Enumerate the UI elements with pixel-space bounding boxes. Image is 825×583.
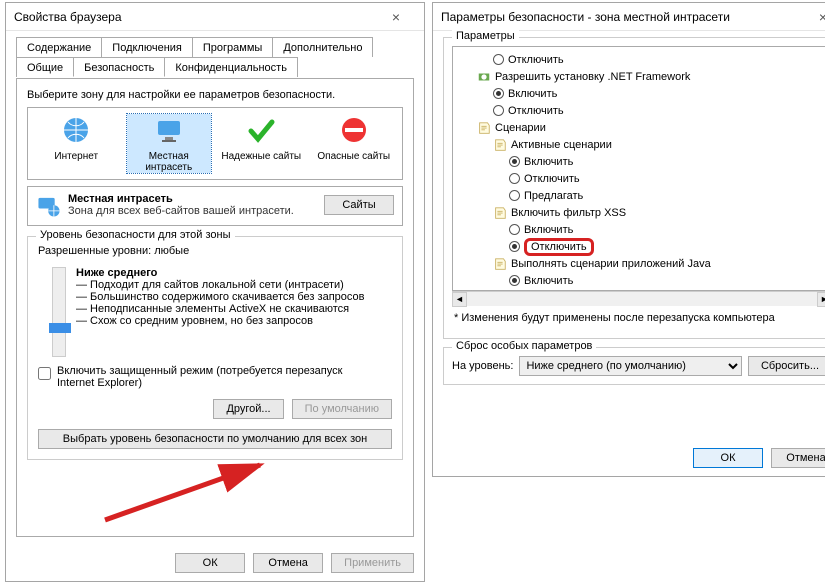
- radio-icon[interactable]: [509, 224, 520, 235]
- h-scrollbar[interactable]: ◄ ►: [452, 291, 825, 306]
- params-group: Параметры ОтключитьРазрешить установку .…: [443, 37, 825, 339]
- window-title: Свойства браузера: [14, 10, 376, 24]
- slider-thumb[interactable]: [49, 323, 71, 333]
- ok-button[interactable]: ОК: [693, 448, 763, 468]
- level-slider-area: Ниже среднего — Подходит для сайтов лока…: [38, 267, 392, 357]
- reset-group: Сброс особых параметров На уровень: Ниже…: [443, 347, 825, 385]
- computer-icon: [36, 193, 62, 219]
- zone-local-intranet[interactable]: Местная интрасеть: [127, 114, 212, 173]
- tab-security[interactable]: Безопасность: [73, 57, 165, 77]
- tree-category: Разрешить установку .NET Framework: [473, 68, 825, 85]
- restart-note: * Изменения будут применены после переза…: [454, 312, 825, 324]
- titlebar[interactable]: Свойства браузера ×: [6, 3, 424, 31]
- scroll-right-icon[interactable]: ►: [817, 292, 825, 307]
- tab-privacy[interactable]: Конфиденциальность: [164, 57, 298, 77]
- radio-icon[interactable]: [493, 54, 504, 65]
- settings-tree[interactable]: ОтключитьРазрешить установку .NET Framew…: [452, 46, 825, 291]
- tabs: Содержание Подключения Программы Дополни…: [16, 37, 414, 79]
- tab-connections[interactable]: Подключения: [101, 37, 193, 57]
- tab-programs[interactable]: Программы: [192, 37, 273, 57]
- security-level-group: Уровень безопасности для этой зоны Разре…: [27, 236, 403, 460]
- tree-category: Активные сценарии: [489, 136, 825, 153]
- window-title: Параметры безопасности - зона местной ин…: [441, 10, 803, 24]
- dialog-buttons: ОК Отмена Применить: [6, 545, 424, 581]
- radio-icon[interactable]: [509, 190, 520, 201]
- titlebar[interactable]: Параметры безопасности - зона местной ин…: [433, 3, 825, 31]
- zone-internet[interactable]: Интернет: [34, 114, 119, 173]
- radio-icon[interactable]: [509, 275, 520, 286]
- close-icon[interactable]: ×: [803, 9, 825, 25]
- tree-radio-option[interactable]: Отключить: [505, 170, 825, 187]
- tree-radio-option[interactable]: Включить: [505, 272, 825, 289]
- tree-radio-option[interactable]: Отключить: [489, 51, 825, 68]
- cancel-button[interactable]: Отмена: [771, 448, 825, 468]
- protected-mode-checkbox[interactable]: Включить защищенный режим (потребуется п…: [38, 365, 392, 389]
- tree-category: Сценарии: [473, 119, 825, 136]
- tree-radio-option[interactable]: Включить: [505, 221, 825, 238]
- apply-button[interactable]: Применить: [331, 553, 414, 573]
- zone-trusted[interactable]: Надежные сайты: [219, 114, 304, 173]
- no-entry-icon: [338, 114, 370, 146]
- tree-radio-option[interactable]: Включить: [489, 85, 825, 102]
- security-settings-dialog: Параметры безопасности - зона местной ин…: [432, 2, 825, 477]
- zone-restricted[interactable]: Опасные сайты: [312, 114, 397, 173]
- tree-radio-option[interactable]: Отключить: [505, 238, 825, 255]
- globe-icon: [60, 114, 92, 146]
- cancel-button[interactable]: Отмена: [253, 553, 323, 573]
- allowed-levels: Разрешенные уровни: любые: [38, 245, 392, 257]
- computer-icon: [153, 114, 185, 146]
- security-tab-panel: Выберите зону для настройки ее параметро…: [16, 78, 414, 537]
- close-icon[interactable]: ×: [376, 9, 416, 25]
- reset-all-zones-button[interactable]: Выбрать уровень безопасности по умолчани…: [38, 429, 392, 449]
- reset-button[interactable]: Сбросить...: [748, 356, 825, 376]
- ok-button[interactable]: ОК: [175, 553, 245, 573]
- custom-level-button[interactable]: Другой...: [213, 399, 283, 419]
- tree-radio-option[interactable]: Включить: [505, 153, 825, 170]
- zones-list[interactable]: Интернет Местная интрасеть Надежные сайт…: [27, 107, 403, 180]
- reset-level-select[interactable]: Ниже среднего (по умолчанию): [519, 356, 742, 376]
- reset-label: На уровень:: [452, 360, 513, 372]
- level-slider[interactable]: [52, 267, 66, 357]
- check-icon: [245, 114, 277, 146]
- tab-content[interactable]: Содержание: [16, 37, 102, 57]
- tree-radio-option[interactable]: Отключить: [505, 289, 825, 291]
- tree-radio-option[interactable]: Отключить: [489, 102, 825, 119]
- tab-general[interactable]: Общие: [16, 57, 74, 77]
- scroll-left-icon[interactable]: ◄: [452, 292, 467, 307]
- radio-icon[interactable]: [509, 156, 520, 167]
- radio-icon[interactable]: [493, 105, 504, 116]
- tree-category: Включить фильтр XSS: [489, 204, 825, 221]
- level-name: Ниже среднего: [76, 267, 392, 279]
- radio-icon[interactable]: [509, 173, 520, 184]
- tab-advanced[interactable]: Дополнительно: [272, 37, 373, 57]
- radio-icon[interactable]: [509, 241, 520, 252]
- default-level-button[interactable]: По умолчанию: [292, 399, 392, 419]
- tree-radio-option[interactable]: Предлагать: [505, 187, 825, 204]
- tree-category: Выполнять сценарии приложений Java: [489, 255, 825, 272]
- sites-button[interactable]: Сайты: [324, 195, 394, 215]
- internet-properties-dialog: Свойства браузера × Содержание Подключен…: [5, 2, 425, 582]
- zones-hint: Выберите зону для настройки ее параметро…: [27, 89, 403, 101]
- level-legend: Уровень безопасности для этой зоны: [36, 229, 235, 241]
- radio-icon[interactable]: [493, 88, 504, 99]
- selected-zone-panel: Местная интрасеть Зона для всех веб-сайт…: [27, 186, 403, 226]
- protected-mode-input[interactable]: [38, 367, 51, 380]
